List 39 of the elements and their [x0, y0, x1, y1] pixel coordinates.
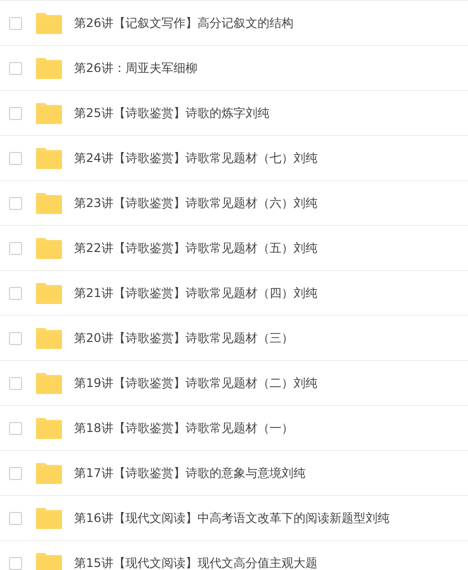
folder-name[interactable]: 第24讲【诗歌鉴赏】诗歌常见题材（七）刘纯	[74, 150, 318, 166]
folder-name[interactable]: 第19讲【诗歌鉴赏】诗歌常见题材（二）刘纯	[74, 374, 318, 392]
folder-icon	[36, 238, 62, 258]
folder-icon	[36, 58, 62, 78]
folder-icon	[36, 12, 62, 34]
checkbox[interactable]	[9, 106, 22, 120]
folder-icon	[36, 508, 62, 528]
folder-icon	[36, 328, 62, 348]
checkbox[interactable]	[9, 16, 22, 30]
folder-name[interactable]: 第22讲【诗歌鉴赏】诗歌常见题材（五）刘纯	[74, 240, 318, 256]
folder-name[interactable]: 第20讲【诗歌鉴赏】诗歌常见题材（三）	[74, 330, 294, 346]
folder-name[interactable]: 第26讲【记叙文写作】高分记叙文的结构	[74, 14, 294, 32]
checkbox[interactable]	[9, 242, 22, 254]
folder-name[interactable]: 第15讲【现代文阅读】现代文高分值主观大题	[74, 554, 318, 570]
checkbox[interactable]	[9, 286, 22, 300]
folder-icon	[36, 418, 62, 438]
folder-name[interactable]: 第26讲：周亚夫军细柳	[74, 60, 198, 76]
checkbox[interactable]	[9, 422, 22, 434]
checkbox[interactable]	[9, 512, 22, 524]
folder-icon	[36, 372, 62, 394]
folder-name[interactable]: 第21讲【诗歌鉴赏】诗歌常见题材（四）刘纯	[74, 284, 318, 302]
checkbox[interactable]	[9, 152, 22, 164]
folder-name[interactable]: 第23讲【诗歌鉴赏】诗歌常见题材（六）刘纯	[74, 194, 318, 212]
folder-name[interactable]: 第17讲【诗歌鉴赏】诗歌的意象与意境刘纯	[74, 464, 306, 482]
folder-icon	[36, 462, 62, 484]
checkbox[interactable]	[9, 62, 22, 74]
checkbox[interactable]	[9, 196, 22, 210]
checkbox[interactable]	[9, 466, 22, 480]
folder-icon	[36, 192, 62, 214]
checkbox[interactable]	[9, 332, 22, 344]
folder-name[interactable]: 第18讲【诗歌鉴赏】诗歌常见题材（一）	[74, 420, 294, 436]
folder-name[interactable]: 第16讲【现代文阅读】中高考语文改革下的阅读新题型刘纯	[74, 510, 390, 526]
checkbox[interactable]	[9, 376, 22, 390]
folder-icon	[36, 552, 62, 570]
folder-icon	[36, 102, 62, 124]
folder-icon	[36, 282, 62, 304]
folder-name[interactable]: 第25讲【诗歌鉴赏】诗歌的炼字刘纯	[74, 104, 270, 122]
checkbox[interactable]	[9, 556, 22, 570]
folder-icon	[36, 148, 62, 168]
